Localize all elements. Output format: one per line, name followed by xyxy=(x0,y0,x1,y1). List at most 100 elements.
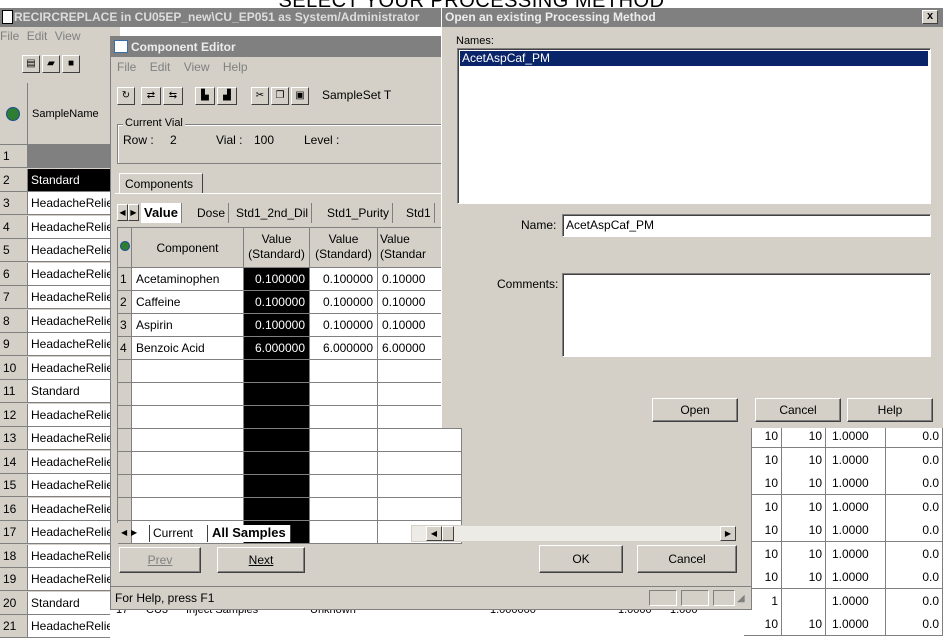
component-name-cell[interactable] xyxy=(132,406,244,429)
sample-name-cell[interactable]: Standard xyxy=(28,168,110,192)
dialog-cancel-button[interactable]: Cancel xyxy=(755,398,841,422)
sample-name-cell[interactable]: HeadacheRelieve xyxy=(28,215,110,239)
table-cell[interactable]: 1.0000 xyxy=(826,565,886,589)
value-cell[interactable] xyxy=(310,475,378,498)
ok-button[interactable]: OK xyxy=(539,545,623,573)
component-name-cell[interactable] xyxy=(132,498,244,521)
row-number[interactable]: 2 xyxy=(0,168,28,192)
row-number[interactable]: 12 xyxy=(0,403,28,427)
value-cell[interactable] xyxy=(310,498,378,521)
table-cell[interactable]: 1.0000 xyxy=(826,588,886,613)
copy-icon[interactable]: ❐ xyxy=(271,87,289,105)
row-number[interactable]: 15 xyxy=(0,474,28,497)
value-cell[interactable] xyxy=(310,360,378,383)
row-number[interactable]: 16 xyxy=(0,497,28,521)
row-number[interactable]: 20 xyxy=(0,591,28,615)
table-cell[interactable]: 10 xyxy=(782,565,826,589)
menu-edit[interactable]: Edit xyxy=(27,29,48,43)
close-icon[interactable]: x xyxy=(922,10,938,24)
sample-name-cell[interactable]: HeadacheRelieve xyxy=(28,544,110,568)
value-cell[interactable] xyxy=(378,429,462,452)
table-cell[interactable]: 1.0000 xyxy=(826,471,886,495)
sample-name-cell[interactable]: HeadacheRelieve xyxy=(28,474,110,497)
table-cell[interactable]: 10 xyxy=(782,541,826,566)
open-folder-icon[interactable]: ▰ xyxy=(42,55,60,73)
sub-tab-std1[interactable]: Std1 xyxy=(403,203,435,223)
row-number[interactable]: 6 xyxy=(0,262,28,286)
cancel-button[interactable]: Cancel xyxy=(637,545,737,573)
scroll-right-icon[interactable]: ▶ xyxy=(720,526,736,541)
row-number[interactable]: 8 xyxy=(0,309,28,333)
tab-components[interactable]: Components xyxy=(119,173,203,194)
row-number[interactable]: 21 xyxy=(0,615,28,638)
sample-name-cell[interactable]: HeadacheRelieve xyxy=(28,450,110,474)
value-cell[interactable] xyxy=(244,429,310,452)
open-button[interactable]: Open xyxy=(652,398,738,422)
row-number[interactable]: 19 xyxy=(0,568,28,591)
value-cell[interactable] xyxy=(244,475,310,498)
component-name-cell[interactable] xyxy=(132,452,244,475)
help-button[interactable]: Help xyxy=(847,398,933,422)
table-cell[interactable]: 0.0 xyxy=(886,541,943,566)
row-number[interactable]: 14 xyxy=(0,450,28,474)
sub-tab-std1-2nd-dil[interactable]: Std1_2nd_Dil xyxy=(233,203,313,223)
tab-scroll-left-icon[interactable]: ◀ xyxy=(121,526,131,540)
menu-edit[interactable]: Edit xyxy=(150,60,171,74)
prev-button[interactable]: Prev xyxy=(119,547,201,573)
value-cell[interactable]: 6.000000 xyxy=(244,337,310,360)
row-number[interactable]: 13 xyxy=(0,427,28,450)
table-cell[interactable]: 10 xyxy=(782,447,826,472)
sample-name-cell[interactable] xyxy=(28,145,110,168)
refresh-icon[interactable]: ↻ xyxy=(117,87,135,105)
column-header-value-standard-1[interactable]: Value (Standard) xyxy=(244,228,310,268)
sub-tab-std1-purity[interactable]: Std1_Purity xyxy=(324,203,394,223)
value-cell[interactable]: 0.100000 xyxy=(310,314,378,337)
menu-file[interactable]: File xyxy=(117,60,136,74)
row-number[interactable]: 7 xyxy=(0,286,28,309)
resize-grip-icon[interactable]: ◢ xyxy=(737,593,749,605)
row-number[interactable]: 10 xyxy=(0,356,28,380)
table-cell[interactable]: 10 xyxy=(782,471,826,495)
sample-name-cell[interactable]: HeadacheRelieve xyxy=(28,427,110,450)
sample-name-cell[interactable]: HeadacheRelieve xyxy=(28,356,110,380)
horizontal-scrollbar[interactable]: ◀ ▶ xyxy=(411,525,736,542)
row-number[interactable]: 3 xyxy=(0,192,28,215)
component-name-cell[interactable] xyxy=(132,475,244,498)
column-header-value-standard-2[interactable]: Value (Standard) xyxy=(310,228,378,268)
value-cell[interactable] xyxy=(244,383,310,406)
sample-name-cell[interactable]: HeadacheRelieve xyxy=(28,568,110,591)
sample-name-cell[interactable]: HeadacheRelieve xyxy=(28,309,110,333)
sample-name-cell[interactable]: HeadacheRelieve xyxy=(28,286,110,309)
component-name-cell[interactable] xyxy=(132,429,244,452)
table-cell[interactable]: 0.0 xyxy=(886,588,943,613)
value-cell[interactable] xyxy=(310,429,378,452)
tab-scroll-right-icon[interactable]: ▶ xyxy=(128,204,139,221)
scrollbar-thumb[interactable] xyxy=(442,526,454,541)
delete-row-icon[interactable]: ⇆ xyxy=(163,87,183,105)
sample-name-cell[interactable]: Standard xyxy=(28,380,110,403)
sample-name-cell[interactable]: HeadacheRelieve xyxy=(28,333,110,356)
row-number[interactable]: 17 xyxy=(0,521,28,544)
names-list[interactable]: AcetAspCaf_PM xyxy=(457,48,931,204)
menu-view[interactable]: View xyxy=(184,60,210,74)
value-cell[interactable] xyxy=(244,452,310,475)
sample-name-cell[interactable]: HeadacheRelieve xyxy=(28,403,110,427)
value-cell[interactable]: 0.100000 xyxy=(244,268,310,291)
fill-down-icon[interactable]: ▟ xyxy=(217,87,237,105)
value-cell[interactable] xyxy=(244,498,310,521)
value-cell[interactable] xyxy=(244,406,310,429)
value-cell[interactable] xyxy=(378,498,462,521)
table-cell[interactable]: 10 xyxy=(782,494,826,519)
component-name-cell[interactable] xyxy=(132,360,244,383)
row-number[interactable]: 1 xyxy=(0,145,28,168)
row-number[interactable]: 5 xyxy=(0,239,28,262)
sample-name-cell[interactable]: Standard xyxy=(28,591,110,615)
table-cell[interactable]: 1.0000 xyxy=(826,541,886,566)
sample-name-cell[interactable]: HeadacheRelieve xyxy=(28,192,110,215)
tab-scroll-left-icon[interactable]: ◀ xyxy=(117,204,128,221)
sample-name-cell[interactable]: HeadacheReliever xyxy=(28,615,110,638)
sample-name-cell[interactable]: HeadacheRelieve xyxy=(28,497,110,521)
cut-icon[interactable]: ✂ xyxy=(251,87,269,105)
value-cell[interactable]: 0.100000 xyxy=(310,268,378,291)
value-cell[interactable]: 0.100000 xyxy=(244,291,310,314)
